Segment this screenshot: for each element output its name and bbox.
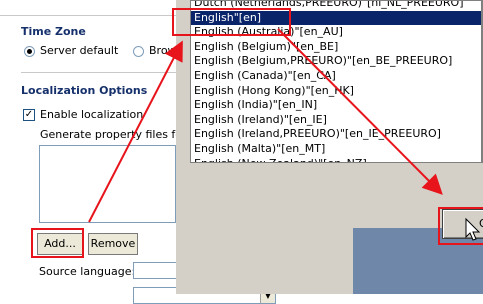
highlight-ok-button: [438, 207, 483, 245]
source-language-label: Source language:: [39, 265, 136, 278]
server-default-label: Server default: [40, 44, 119, 57]
enable-localization-label: Enable localization: [40, 108, 144, 121]
enable-localization-checkbox[interactable]: ✓: [23, 109, 35, 121]
timezone-header: Time Zone: [21, 25, 86, 38]
locale-list-item[interactable]: English (Canada)"[en_CA]: [191, 69, 481, 84]
browser-radio[interactable]: [133, 46, 144, 57]
locale-list-item[interactable]: English (Ireland)"[en_IE]: [191, 113, 481, 128]
divider: [0, 15, 176, 16]
locale-list[interactable]: [39, 145, 176, 223]
server-default-radio[interactable]: [24, 46, 35, 57]
locale-dialog: Dutch (Netherlands,PREEURO)"[nl_NL_PREEU…: [176, 0, 483, 294]
localization-header: Localization Options: [21, 84, 148, 97]
highlight-add-button: [31, 228, 84, 258]
divider: [21, 72, 176, 73]
locale-list-item[interactable]: English (Belgium,PREEURO)"[en_BE_PREEURO…: [191, 54, 481, 69]
locale-list-item[interactable]: English (Malta)"[en_MT]: [191, 142, 481, 157]
locale-list-item[interactable]: English (New Zealand)"[en_NZ]: [191, 157, 481, 162]
locale-list-item[interactable]: English (Ireland,PREEURO)"[en_IE_PREEURO…: [191, 127, 481, 142]
locale-list-item[interactable]: English (Belgium)"[en_BE]: [191, 40, 481, 55]
locale-list-item[interactable]: English (Hong Kong)"[en_HK]: [191, 84, 481, 99]
remove-button[interactable]: Remove: [88, 233, 138, 255]
locale-list-item[interactable]: English (India)"[en_IN]: [191, 98, 481, 113]
highlight-english-item: [172, 8, 291, 36]
